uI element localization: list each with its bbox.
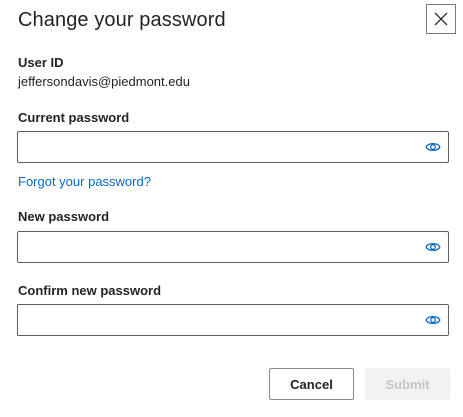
confirm-password-field (17, 304, 449, 336)
submit-button[interactable]: Submit (365, 368, 450, 400)
confirm-password-label: Confirm new password (18, 283, 162, 298)
new-password-label: New password (18, 209, 110, 224)
eye-icon (425, 242, 441, 252)
current-password-input[interactable] (18, 132, 408, 162)
eye-icon (425, 142, 441, 152)
show-new-password-button[interactable] (424, 239, 442, 255)
new-password-input[interactable] (18, 232, 408, 262)
forgot-password-link[interactable]: Forgot your password? (18, 174, 151, 190)
confirm-password-input[interactable] (18, 305, 408, 335)
user-id-label: User ID (18, 55, 64, 70)
show-current-password-button[interactable] (424, 139, 442, 155)
close-icon (434, 12, 448, 26)
eye-icon (425, 315, 441, 325)
new-password-field (17, 231, 449, 263)
close-button[interactable] (426, 4, 456, 34)
current-password-label: Current password (18, 110, 130, 125)
dialog-title: Change your password (18, 9, 226, 31)
change-password-dialog: Change your password User ID jeffersonda… (0, 0, 463, 417)
show-confirm-password-button[interactable] (424, 312, 442, 328)
user-id-value: jeffersondavis@piedmont.edu (18, 74, 190, 89)
current-password-field (17, 131, 449, 163)
cancel-button[interactable]: Cancel (269, 368, 354, 400)
